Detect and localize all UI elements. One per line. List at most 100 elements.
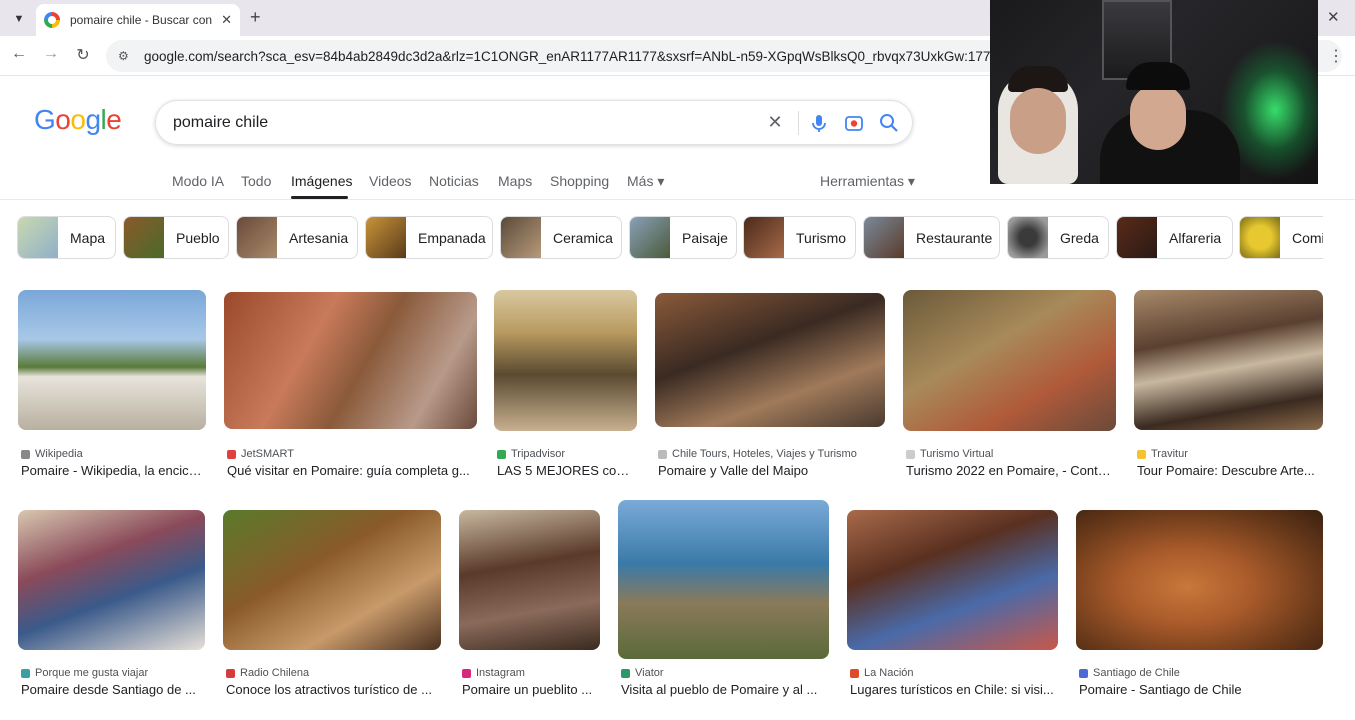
result-title[interactable]: Lugares turísticos en Chile: si visi... <box>850 682 1055 697</box>
chip-ceramica[interactable]: Ceramica <box>500 216 622 259</box>
tab-close-icon[interactable]: ✕ <box>221 12 232 28</box>
result-thumbnail[interactable] <box>1076 510 1323 650</box>
result-source: Chile Tours, Hoteles, Viajes y Turismo <box>672 448 857 460</box>
tab-mas[interactable]: Más ▾ <box>627 173 664 190</box>
result-thumbnail[interactable] <box>223 510 441 650</box>
result-source: Instagram <box>476 667 525 679</box>
result-thumbnail[interactable] <box>494 290 637 431</box>
clear-icon[interactable]: ✕ <box>764 112 786 134</box>
tab-shopping[interactable]: Shopping <box>550 173 609 189</box>
result-title[interactable]: Pomaire - Santiago de Chile <box>1079 682 1319 697</box>
window-close-button[interactable]: ✕ <box>1327 8 1340 26</box>
result-source: Viator <box>635 667 664 679</box>
result-title[interactable]: Tour Pomaire: Descubre Arte... <box>1137 463 1320 478</box>
result-thumbnail[interactable] <box>903 290 1116 431</box>
person-left-face <box>1010 88 1066 154</box>
webcam-overlay <box>990 0 1318 184</box>
microphone-icon[interactable] <box>808 112 830 134</box>
result-title[interactable]: LAS 5 MEJORES cosas... <box>497 463 635 478</box>
result-thumbnail[interactable] <box>847 510 1058 650</box>
result-thumbnail[interactable] <box>618 500 829 659</box>
chip-artesania[interactable]: Artesania <box>236 216 358 259</box>
back-button[interactable]: ← <box>8 45 30 63</box>
tripadvisor-icon <box>497 449 506 459</box>
tab-modo-ia[interactable]: Modo IA <box>172 173 224 189</box>
tab-todo[interactable]: Todo <box>241 173 271 189</box>
instagram-icon <box>462 668 471 678</box>
person-right-face <box>1130 84 1186 150</box>
forward-button[interactable]: → <box>40 45 62 63</box>
result-title[interactable]: Turismo 2022 en Pomaire, - Conte... <box>906 463 1111 478</box>
person-right-cap <box>1126 62 1190 90</box>
chile-tours-icon <box>658 449 667 459</box>
result-thumbnail[interactable] <box>18 510 205 650</box>
tools-button[interactable]: Herramientas ▾ <box>820 173 915 190</box>
reload-button[interactable]: ↻ <box>72 45 94 65</box>
logo-letter: g <box>85 104 101 135</box>
chip-paisaje[interactable]: Paisaje <box>629 216 737 259</box>
chip-thumbnail <box>366 217 406 258</box>
result-source: Turismo Virtual <box>920 448 994 460</box>
chip-turismo[interactable]: Turismo <box>743 216 856 259</box>
browser-tab[interactable]: pomaire chile - Buscar con Google ✕ <box>36 4 240 36</box>
chip-thumbnail <box>237 217 277 258</box>
result-source: Travitur <box>1151 448 1188 460</box>
tab-videos[interactable]: Videos <box>369 173 412 189</box>
chip-pueblo[interactable]: Pueblo <box>123 216 229 259</box>
tab-maps[interactable]: Maps <box>498 173 532 189</box>
site-info-icon[interactable]: ⚙ <box>118 49 132 63</box>
chip-restaurante[interactable]: Restaurante <box>863 216 1000 259</box>
result-title[interactable]: Visita al pueblo de Pomaire y al ... <box>621 682 826 697</box>
chip-thumbnail <box>501 217 541 258</box>
chip-thumbnail <box>1240 217 1280 258</box>
result-title[interactable]: Pomaire - Wikipedia, la enciclopedia lib… <box>21 463 204 478</box>
google-logo[interactable]: Google <box>34 104 122 136</box>
result-source: Wikipedia <box>35 448 83 460</box>
search-divider <box>798 111 799 135</box>
google-favicon-icon <box>44 12 60 28</box>
chip-thumbnail <box>630 217 670 258</box>
result-thumbnail[interactable] <box>1134 290 1323 430</box>
chip-empanada[interactable]: Empanada <box>365 216 493 259</box>
result-title[interactable]: Pomaire y Valle del Maipo <box>658 463 883 478</box>
viator-icon <box>621 668 630 678</box>
search-box[interactable]: pomaire chile ✕ <box>155 100 913 145</box>
search-input[interactable]: pomaire chile <box>173 114 268 132</box>
tab-search-button[interactable]: ▼ <box>8 8 30 30</box>
chip-thumbnail <box>744 217 784 258</box>
result-title[interactable]: Conoce los atractivos turístico de ... <box>226 682 438 697</box>
logo-letter: G <box>34 104 56 135</box>
chip-thumbnail <box>18 217 58 258</box>
chip-greda[interactable]: Greda <box>1007 216 1109 259</box>
tab-noticias[interactable]: Noticias <box>429 173 479 189</box>
result-source: Tripadvisor <box>511 448 565 460</box>
chip-thumbnail <box>864 217 904 258</box>
chip-comida[interactable]: Comi <box>1239 216 1323 259</box>
turismo-virtual-icon <box>906 449 915 459</box>
tab-title: pomaire chile - Buscar con Google <box>70 13 215 27</box>
result-title[interactable]: Pomaire un pueblito ... <box>462 682 597 697</box>
result-source: Santiago de Chile <box>1093 667 1180 679</box>
logo-letter: e <box>106 104 122 135</box>
blog-icon <box>21 668 30 678</box>
result-thumbnail[interactable] <box>459 510 600 650</box>
header-divider <box>0 199 1355 200</box>
result-title[interactable]: Qué visitar en Pomaire: guía completa g.… <box>227 463 471 478</box>
browser-menu-icon[interactable]: ⋮ <box>1328 46 1344 66</box>
chip-mapa[interactable]: Mapa <box>17 216 116 259</box>
chip-alfareria[interactable]: Alfareria <box>1116 216 1233 259</box>
result-source: La Nación <box>864 667 914 679</box>
result-thumbnail[interactable] <box>18 290 206 430</box>
chip-thumbnail <box>124 217 164 258</box>
result-thumbnail[interactable] <box>655 293 885 427</box>
santiago-icon <box>1079 668 1088 678</box>
la-nacion-icon <box>850 668 859 678</box>
camera-lens-icon[interactable] <box>843 112 865 134</box>
result-title[interactable]: Pomaire desde Santiago de ... <box>21 682 201 697</box>
search-icon[interactable] <box>878 112 900 134</box>
chip-thumbnail <box>1008 217 1048 258</box>
result-thumbnail[interactable] <box>224 292 477 429</box>
url-text: google.com/search?sca_esv=84b4ab2849dc3d… <box>144 48 1101 64</box>
new-tab-button[interactable]: + <box>250 7 261 28</box>
tab-imagenes[interactable]: Imágenes <box>291 173 352 189</box>
